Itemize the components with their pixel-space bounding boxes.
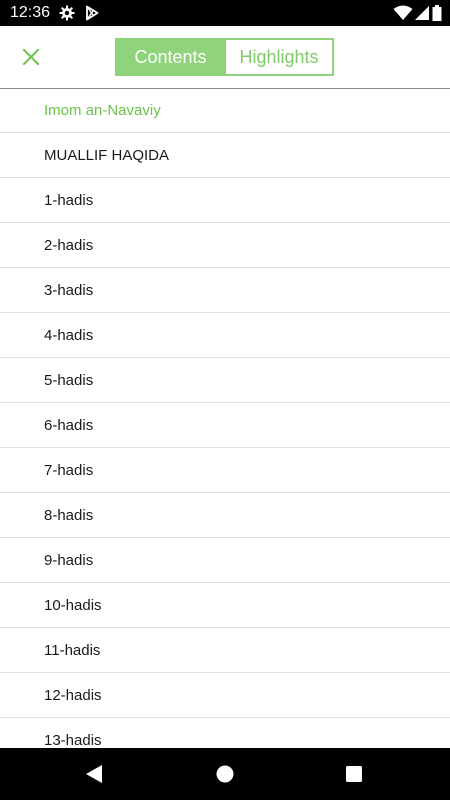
play-store-icon bbox=[84, 5, 100, 21]
list-item[interactable]: 10-hadis bbox=[0, 583, 450, 628]
contents-list: Imom an-Navaviy MUALLIF HAQIDA 1-hadis 2… bbox=[0, 88, 450, 748]
signal-icon bbox=[414, 5, 430, 21]
list-item[interactable]: MUALLIF HAQIDA bbox=[0, 133, 450, 178]
recents-icon bbox=[346, 766, 362, 782]
tab-switcher: Contents Highlights bbox=[115, 38, 334, 76]
list-item[interactable]: 6-hadis bbox=[0, 403, 450, 448]
gear-icon bbox=[59, 5, 75, 21]
list-item[interactable]: 9-hadis bbox=[0, 538, 450, 583]
list-item[interactable]: Imom an-Navaviy bbox=[0, 88, 450, 133]
status-bar: 12:36 bbox=[0, 0, 450, 26]
list-item[interactable]: 3-hadis bbox=[0, 268, 450, 313]
list-item[interactable]: 7-hadis bbox=[0, 448, 450, 493]
list-item[interactable]: 12-hadis bbox=[0, 673, 450, 718]
list-item[interactable]: 13-hadis bbox=[0, 718, 450, 749]
tab-highlights[interactable]: Highlights bbox=[224, 40, 332, 74]
list-item[interactable]: 1-hadis bbox=[0, 178, 450, 223]
back-button[interactable] bbox=[82, 762, 106, 786]
close-button[interactable] bbox=[12, 38, 50, 76]
list-item[interactable]: 8-hadis bbox=[0, 493, 450, 538]
status-time: 12:36 bbox=[10, 4, 51, 21]
home-button[interactable] bbox=[213, 762, 237, 786]
toolbar: Contents Highlights bbox=[0, 26, 450, 89]
list-item[interactable]: 11-hadis bbox=[0, 628, 450, 673]
tab-contents[interactable]: Contents bbox=[117, 40, 224, 74]
battery-icon bbox=[432, 5, 442, 21]
list-item[interactable]: 2-hadis bbox=[0, 223, 450, 268]
recents-button[interactable] bbox=[342, 762, 366, 786]
home-icon bbox=[216, 765, 234, 783]
navigation-bar bbox=[0, 748, 450, 800]
back-icon bbox=[86, 765, 102, 783]
wifi-icon bbox=[393, 5, 413, 21]
list-item[interactable]: 4-hadis bbox=[0, 313, 450, 358]
close-icon bbox=[22, 48, 40, 66]
list-item[interactable]: 5-hadis bbox=[0, 358, 450, 403]
